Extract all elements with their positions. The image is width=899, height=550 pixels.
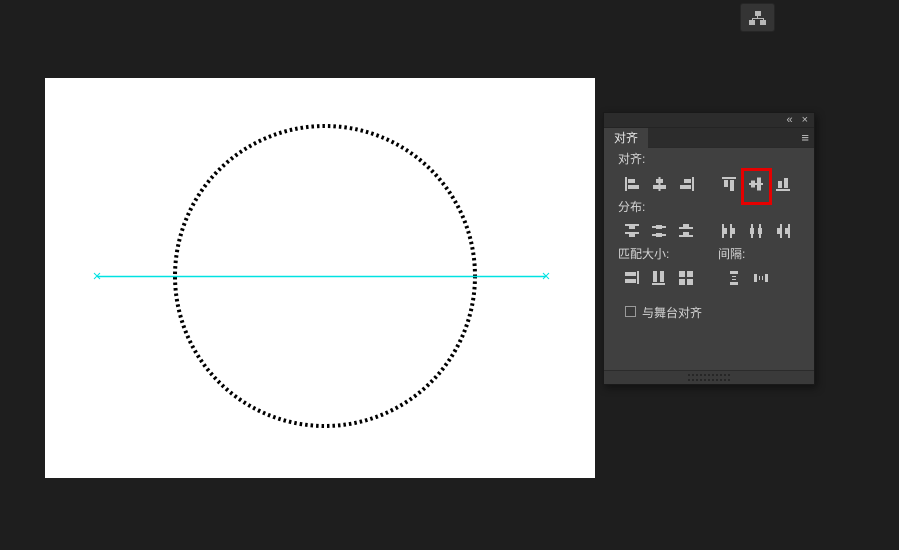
stage-drawing — [93, 124, 550, 428]
align-right-edge-icon — [680, 176, 694, 191]
match-width-icon — [625, 270, 639, 284]
align-bottom-edge-button[interactable] — [772, 174, 795, 193]
align-left-edge-button[interactable] — [621, 174, 644, 193]
distribute-horizontal-center-icon — [750, 223, 762, 238]
distribute-right-edge-button[interactable] — [772, 221, 795, 240]
distribute-horizontal-center-button[interactable] — [745, 221, 768, 240]
match-width-and-height-button[interactable] — [675, 268, 698, 287]
align-left-edge-icon — [625, 176, 639, 191]
match-size-section-label: 匹配大小: — [618, 247, 670, 261]
align-panel: « × 对齐 ≡ 对齐: 分布: 匹配大小: 间隔: 与舞台对齐 — [603, 112, 815, 385]
application-background: « × 对齐 ≡ 对齐: 分布: 匹配大小: 间隔: 与舞台对齐 — [0, 0, 899, 550]
panel-titlebar: « × — [604, 113, 814, 128]
distribute-top-edge-button[interactable] — [621, 221, 644, 240]
match-height-icon — [652, 270, 665, 285]
distribute-section-label: 分布: — [618, 200, 646, 214]
tab-align[interactable]: 对齐 — [604, 128, 649, 148]
collapsed-align-panel-button[interactable] — [740, 3, 775, 32]
align-top-edge-button[interactable] — [718, 174, 741, 193]
align-panel-icon — [748, 10, 766, 25]
panel-footer — [604, 370, 814, 384]
align-bottom-edge-icon — [776, 177, 790, 191]
stage-canvas[interactable] — [45, 78, 595, 478]
resize-grip[interactable] — [688, 374, 730, 381]
align-vertical-center-button[interactable] — [745, 174, 768, 193]
align-to-stage-checkbox[interactable] — [625, 306, 636, 317]
distribute-vertical-center-button[interactable] — [648, 221, 671, 240]
align-to-stage-label: 与舞台对齐 — [642, 306, 703, 320]
match-height-button[interactable] — [648, 268, 671, 287]
match-width-button[interactable] — [621, 268, 644, 287]
align-top-edge-icon — [722, 176, 736, 191]
align-right-edge-button[interactable] — [675, 174, 698, 193]
distribute-left-edge-button[interactable] — [718, 221, 741, 240]
space-evenly-horizontally-button[interactable] — [750, 268, 773, 287]
space-evenly-horizontally-icon — [754, 273, 768, 282]
panel-menu-icon[interactable]: ≡ — [801, 130, 809, 146]
panel-tab-row: 对齐 ≡ — [604, 128, 814, 148]
align-horizontal-center-button[interactable] — [648, 174, 671, 193]
distribute-bottom-edge-icon — [679, 223, 693, 237]
distribute-vertical-center-icon — [652, 224, 666, 237]
space-section-label: 间隔: — [718, 247, 746, 261]
close-icon[interactable]: × — [802, 113, 808, 128]
distribute-right-edge-icon — [777, 223, 790, 238]
distribute-top-edge-icon — [625, 223, 639, 237]
distribute-left-edge-icon — [722, 223, 735, 238]
distribute-bottom-edge-button[interactable] — [675, 221, 698, 240]
space-evenly-vertically-icon — [730, 270, 738, 285]
collapse-to-icons-icon[interactable]: « — [786, 113, 792, 128]
match-width-and-height-icon — [679, 270, 693, 285]
align-horizontal-center-icon — [653, 176, 666, 191]
align-section-label: 对齐: — [618, 152, 646, 166]
align-vertical-center-icon — [749, 177, 763, 190]
space-evenly-vertically-button[interactable] — [723, 268, 746, 287]
